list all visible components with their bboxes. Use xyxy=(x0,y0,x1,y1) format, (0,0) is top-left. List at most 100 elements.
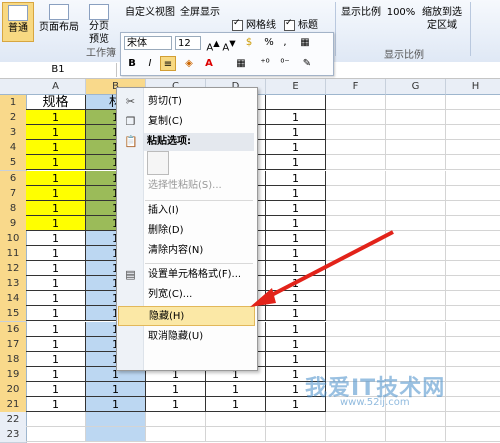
cell-c20[interactable]: 1 xyxy=(146,381,206,397)
cell-e13[interactable]: 1 xyxy=(266,276,326,292)
increase-decimal-icon[interactable]: ⁺⁰ xyxy=(257,56,273,71)
cell-e7[interactable]: 1 xyxy=(266,185,326,201)
center-align-icon[interactable]: ≡ xyxy=(160,56,176,71)
cell-a15[interactable]: 1 xyxy=(26,306,86,322)
row-header-22[interactable]: 22 xyxy=(0,412,27,429)
cell-e23[interactable] xyxy=(266,427,326,443)
row-header-7[interactable]: 7 xyxy=(0,185,27,202)
cell-g12[interactable] xyxy=(386,261,446,277)
row-header-9[interactable]: 9 xyxy=(0,215,27,232)
cell-a7[interactable]: 1 xyxy=(26,185,86,201)
cell-e6[interactable]: 1 xyxy=(266,170,326,186)
cell-h7[interactable] xyxy=(446,186,500,201)
cell-h4[interactable] xyxy=(446,140,500,156)
cell-g3[interactable] xyxy=(386,125,446,141)
cell-f15[interactable] xyxy=(326,306,386,322)
font-color-icon[interactable]: A xyxy=(201,56,217,71)
fill-color-icon[interactable]: ◈ xyxy=(181,56,197,71)
cell-f17[interactable] xyxy=(326,336,386,352)
cell-g13[interactable] xyxy=(386,276,446,292)
cell-h22[interactable] xyxy=(446,412,500,428)
menu-item-column-width[interactable]: 列宽(C)... xyxy=(118,285,255,305)
zoom-button[interactable]: 显示比例 xyxy=(340,6,382,20)
cell-f22[interactable] xyxy=(326,412,386,428)
cell-h12[interactable] xyxy=(446,261,500,277)
cell-f2[interactable] xyxy=(326,110,386,126)
cell-h21[interactable] xyxy=(446,397,500,412)
column-header-f[interactable]: F xyxy=(326,79,386,95)
column-header-a[interactable]: A xyxy=(26,79,86,95)
cell-g16[interactable] xyxy=(386,321,446,337)
cell-h18[interactable] xyxy=(446,352,500,367)
cell-a10[interactable]: 1 xyxy=(26,230,86,246)
cell-g17[interactable] xyxy=(386,336,446,352)
column-header-h[interactable]: H xyxy=(446,79,500,95)
menu-item-delete[interactable]: 删除(D) xyxy=(118,221,255,241)
row-header-3[interactable]: 3 xyxy=(0,125,27,142)
font-size-dropdown[interactable]: 12 xyxy=(175,36,201,50)
gridlines-checkbox[interactable]: 网格线 xyxy=(232,16,276,31)
cell-h13[interactable] xyxy=(446,276,500,292)
menu-item-format-cells[interactable]: ▤ 设置单元格格式(F)... xyxy=(118,265,255,285)
cell-h15[interactable] xyxy=(446,306,500,322)
cell-h2[interactable] xyxy=(446,110,500,126)
cell-a22[interactable] xyxy=(26,412,86,428)
cell-h23[interactable] xyxy=(446,427,500,443)
cell-a23[interactable] xyxy=(26,427,86,443)
cell-d22[interactable] xyxy=(206,412,266,428)
cell-a21[interactable]: 1 xyxy=(26,397,86,412)
menu-item-hide[interactable]: 隐藏(H) xyxy=(118,306,255,326)
cell-b23[interactable] xyxy=(86,427,146,443)
row-header-14[interactable]: 14 xyxy=(0,291,27,308)
cell-a1[interactable]: 规格 xyxy=(26,95,86,110)
cell-f8[interactable] xyxy=(326,200,386,216)
cell-a12[interactable]: 1 xyxy=(26,261,86,277)
menu-item-clear-contents[interactable]: 清除内容(N) xyxy=(118,241,255,261)
cell-f6[interactable] xyxy=(326,170,386,186)
select-all-corner[interactable] xyxy=(0,79,27,95)
cell-a3[interactable]: 1 xyxy=(26,125,86,141)
cell-e4[interactable]: 1 xyxy=(266,140,326,156)
eraser-icon[interactable]: ✎ xyxy=(299,56,315,71)
name-box[interactable]: B1 xyxy=(0,63,117,77)
cell-b21[interactable]: 1 xyxy=(86,397,146,412)
cell-g5[interactable] xyxy=(386,155,446,171)
cell-h17[interactable] xyxy=(446,337,500,352)
row-header-15[interactable]: 15 xyxy=(0,306,27,323)
cell-a2[interactable]: 1 xyxy=(26,110,86,126)
cell-a17[interactable]: 1 xyxy=(26,336,86,352)
row-header-16[interactable]: 16 xyxy=(0,321,27,338)
cell-d21[interactable]: 1 xyxy=(206,397,266,412)
cell-g4[interactable] xyxy=(386,140,446,156)
cell-g15[interactable] xyxy=(386,306,446,322)
cell-h19[interactable] xyxy=(446,367,500,382)
cell-f4[interactable] xyxy=(326,140,386,156)
cell-f9[interactable] xyxy=(326,215,386,231)
cell-e3[interactable]: 1 xyxy=(266,125,326,141)
cell-a13[interactable]: 1 xyxy=(26,276,86,292)
increase-font-icon[interactable]: A▲ xyxy=(205,36,221,53)
cell-f10[interactable] xyxy=(326,230,386,246)
row-header-11[interactable]: 11 xyxy=(0,246,27,262)
cell-a19[interactable]: 1 xyxy=(26,366,86,382)
cell-c23[interactable] xyxy=(146,427,206,443)
row-header-2[interactable]: 2 xyxy=(0,110,27,127)
row-header-6[interactable]: 6 xyxy=(0,170,27,187)
cell-h20[interactable] xyxy=(446,382,500,397)
row-header-20[interactable]: 20 xyxy=(0,381,27,398)
cell-a6[interactable]: 1 xyxy=(26,170,86,186)
cell-g9[interactable] xyxy=(386,215,446,231)
cell-d23[interactable] xyxy=(206,427,266,443)
cell-a9[interactable]: 1 xyxy=(26,215,86,231)
column-header-g[interactable]: G xyxy=(386,79,446,95)
cell-h6[interactable] xyxy=(446,171,500,186)
menu-item-copy[interactable]: ❐ 复制(C) xyxy=(118,112,255,132)
menu-item-unhide[interactable]: 取消隐藏(U) xyxy=(118,327,255,347)
cell-a11[interactable]: 1 xyxy=(26,246,86,261)
row-header-10[interactable]: 10 xyxy=(0,230,27,247)
cell-f3[interactable] xyxy=(326,125,386,141)
cell-g23[interactable] xyxy=(386,427,446,443)
bold-button[interactable]: B xyxy=(124,56,140,71)
row-header-13[interactable]: 13 xyxy=(0,276,27,293)
cell-c22[interactable] xyxy=(146,412,206,428)
